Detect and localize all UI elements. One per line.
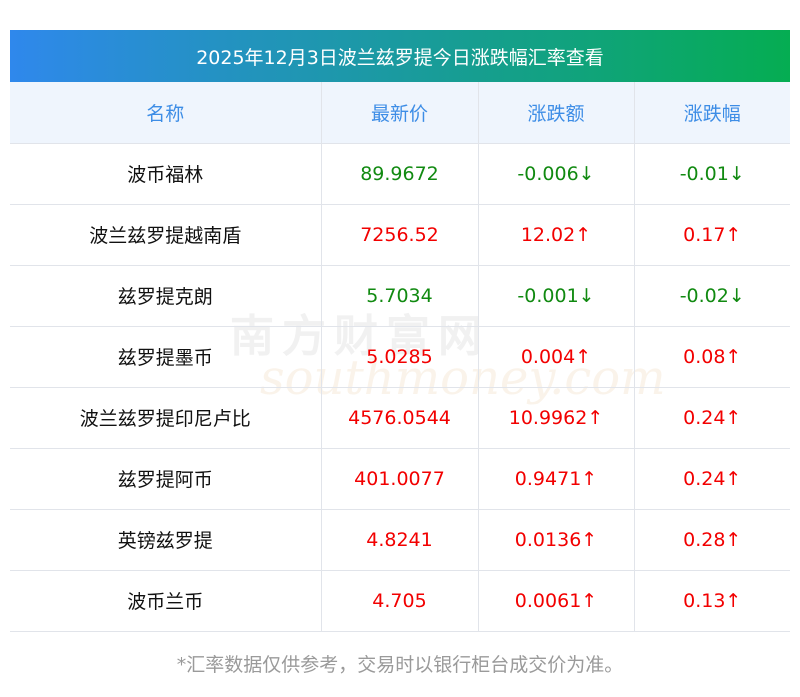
latest-price: 4.8241 xyxy=(321,509,479,571)
latest-price: 4576.0544 xyxy=(321,387,479,449)
table-row: 兹罗提克朗 5.7034 -0.001↓ -0.02↓ xyxy=(10,265,790,327)
change-percent: 0.13↑ xyxy=(634,570,790,632)
header-change: 涨跌额 xyxy=(478,82,635,144)
change-percent: 0.28↑ xyxy=(634,509,790,571)
latest-price: 7256.52 xyxy=(321,204,479,266)
latest-price: 401.0077 xyxy=(321,448,479,510)
rate-table-card: 2025年12月3日波兰兹罗提今日涨跌幅汇率查看 名称 最新价 涨跌额 涨跌幅 … xyxy=(10,30,790,632)
header-name: 名称 xyxy=(10,82,322,144)
header-pct: 涨跌幅 xyxy=(634,82,790,144)
latest-price: 89.9672 xyxy=(321,143,479,205)
currency-name: 波币兰币 xyxy=(10,570,322,632)
currency-name: 兹罗提墨币 xyxy=(10,326,322,388)
change-percent: 0.24↑ xyxy=(634,448,790,510)
header-row: 名称 最新价 涨跌额 涨跌幅 xyxy=(10,82,790,144)
table-row: 兹罗提阿币 401.0077 0.9471↑ 0.24↑ xyxy=(10,448,790,510)
change-amount: 0.9471↑ xyxy=(478,448,635,510)
change-percent: 0.08↑ xyxy=(634,326,790,388)
change-percent: 0.17↑ xyxy=(634,204,790,266)
latest-price: 5.0285 xyxy=(321,326,479,388)
change-amount: 0.0136↑ xyxy=(478,509,635,571)
currency-name: 波币福林 xyxy=(10,143,322,205)
table-row: 波币福林 89.9672 -0.006↓ -0.01↓ xyxy=(10,143,790,205)
change-amount: 10.9962↑ xyxy=(478,387,635,449)
currency-name: 波兰兹罗提越南盾 xyxy=(10,204,322,266)
currency-name: 英镑兹罗提 xyxy=(10,509,322,571)
table-row: 兹罗提墨币 5.0285 0.004↑ 0.08↑ xyxy=(10,326,790,388)
change-amount: 12.02↑ xyxy=(478,204,635,266)
table-row: 波币兰币 4.705 0.0061↑ 0.13↑ xyxy=(10,570,790,632)
table-row: 英镑兹罗提 4.8241 0.0136↑ 0.28↑ xyxy=(10,509,790,571)
change-percent: -0.01↓ xyxy=(634,143,790,205)
change-percent: -0.02↓ xyxy=(634,265,790,327)
table-row: 波兰兹罗提越南盾 7256.52 12.02↑ 0.17↑ xyxy=(10,204,790,266)
latest-price: 4.705 xyxy=(321,570,479,632)
change-amount: -0.001↓ xyxy=(478,265,635,327)
currency-name: 兹罗提克朗 xyxy=(10,265,322,327)
latest-price: 5.7034 xyxy=(321,265,479,327)
change-percent: 0.24↑ xyxy=(634,387,790,449)
disclaimer: *汇率数据仅供参考，交易时以银行柜台成交价为准。 xyxy=(176,654,624,676)
table-row: 波兰兹罗提印尼卢比 4576.0544 10.9962↑ 0.24↑ xyxy=(10,387,790,449)
change-amount: 0.0061↑ xyxy=(478,570,635,632)
currency-name: 波兰兹罗提印尼卢比 xyxy=(10,387,322,449)
currency-name: 兹罗提阿币 xyxy=(10,448,322,510)
rate-table: 名称 最新价 涨跌额 涨跌幅 波币福林 89.9672 -0.006↓ -0.01↓ 波… xyxy=(10,82,790,632)
change-amount: 0.004↑ xyxy=(478,326,635,388)
change-amount: -0.006↓ xyxy=(478,143,635,205)
header-price: 最新价 xyxy=(321,82,479,144)
table-title: 2025年12月3日波兰兹罗提今日涨跌幅汇率查看 xyxy=(10,30,790,82)
